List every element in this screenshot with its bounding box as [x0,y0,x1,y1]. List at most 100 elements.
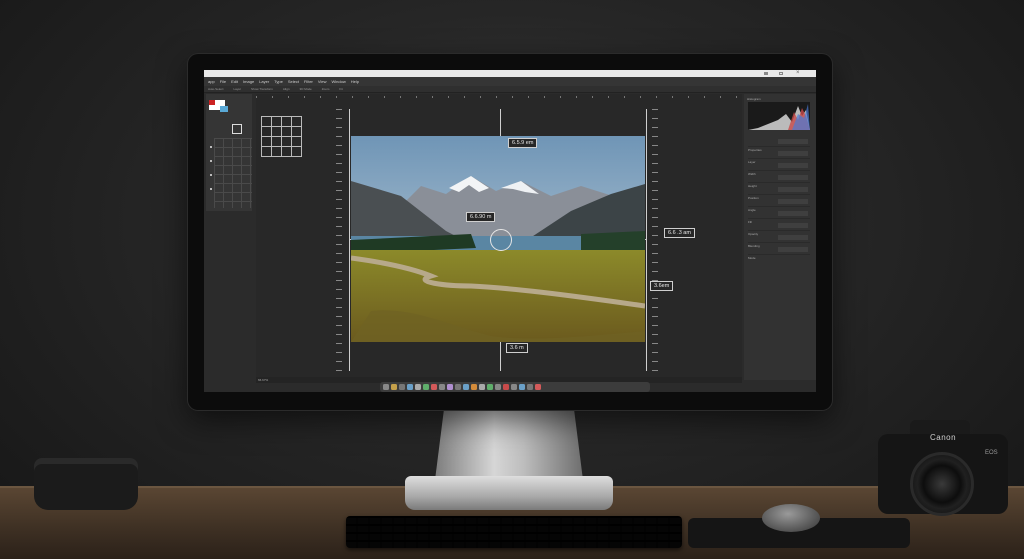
dock-app-icon[interactable] [535,384,541,390]
tool-grid [214,138,252,208]
property-row[interactable]: Properties [748,138,810,152]
window-titlebar: × [204,70,816,77]
color-chip-icon [209,100,215,105]
measure-right-upper: 6.6 .3 am [664,228,695,238]
top-ruler [256,96,742,98]
histogram-title: Histogram [747,97,761,101]
property-field[interactable] [778,235,808,240]
menu-item[interactable]: Help [351,79,359,84]
property-field[interactable] [778,175,808,180]
property-row[interactable]: Height [748,174,810,188]
dock-app-icon[interactable] [527,384,533,390]
dock-app-icon[interactable] [383,384,389,390]
menu-item[interactable]: File [220,79,226,84]
menu-item[interactable]: Layer [259,79,269,84]
monitor-screen: × app File Edit Image Layer Type Select Filter V… [204,70,816,392]
dock-app-icon[interactable] [479,384,485,390]
menu-item[interactable]: Select [288,79,299,84]
dock-app-icon[interactable] [447,384,453,390]
property-label: Mode [748,256,756,260]
tools-panel [206,94,252,211]
dock-app-icon[interactable] [503,384,509,390]
dock-app-icon[interactable] [463,384,469,390]
property-field[interactable] [778,151,808,156]
options-bar: Auto-Select Layer Show Transform Align 3D Mo… [204,86,816,93]
property-field[interactable] [778,223,808,228]
close-icon[interactable]: × [796,70,800,76]
dock-app-icon[interactable] [423,384,429,390]
option-item[interactable]: Align [283,87,290,91]
dock-app-icon[interactable] [415,384,421,390]
dock-app-icon[interactable] [471,384,477,390]
camera-lens [910,452,974,516]
mouse [762,504,820,532]
dock-app-icon[interactable] [407,384,413,390]
zoom-tool-icon[interactable] [210,188,212,190]
background-color-swatch[interactable] [220,106,228,112]
property-field[interactable] [778,163,808,168]
dock [380,382,650,392]
property-row[interactable]: Opacity [748,222,810,236]
maximize-icon[interactable] [779,72,783,75]
right-ruler-ticks [652,109,658,371]
option-item[interactable]: 3D Mode [300,87,312,91]
option-item[interactable]: Layer [234,87,242,91]
property-row[interactable]: Position [748,186,810,200]
brush-tool-icon[interactable] [210,160,212,162]
guide-right[interactable] [646,109,647,371]
menu-item[interactable]: Type [274,79,283,84]
dock-app-icon[interactable] [391,384,397,390]
property-field[interactable] [778,211,808,216]
property-field[interactable] [778,247,808,252]
measure-right-lower: 3.6em [650,281,674,291]
option-item[interactable]: Zoom [322,87,330,91]
dock-app-icon[interactable] [487,384,493,390]
menu-item[interactable]: app [208,79,215,84]
left-ruler-ticks [336,109,342,371]
canvas-area[interactable]: 6.5.9 em 6.6.90 m 6.6 .3 am 3.6em 3.6 m [256,94,742,380]
property-field[interactable] [778,199,808,204]
dock-app-icon[interactable] [511,384,517,390]
dock-app-icon[interactable] [399,384,405,390]
property-field[interactable] [778,187,808,192]
measure-top: 6.5.9 em [508,138,538,148]
property-row[interactable]: Width [748,162,810,176]
crosshair-icon[interactable] [490,229,512,251]
property-row[interactable]: Layer [748,150,810,164]
right-panel: Histogram Properties Layer Width Height Posi… [744,94,816,380]
measure-center: 6.6.90 m [466,212,496,222]
monitor-stand-neck [435,410,583,480]
guide-left[interactable] [349,109,350,371]
property-field[interactable] [778,139,808,144]
menu-item[interactable]: Image [243,79,254,84]
histogram-chart [748,102,810,130]
dock-app-icon[interactable] [519,384,525,390]
property-row[interactable]: Mode [748,246,810,260]
measure-bottom: 3.6 m [506,343,528,353]
property-row[interactable]: Blending [748,234,810,248]
move-tool-icon[interactable] [210,146,212,148]
option-item[interactable]: Show Transform [251,87,273,91]
keyboard [346,516,682,548]
eraser-tool-icon[interactable] [210,174,212,176]
grid-thumbnail [261,116,302,157]
property-row[interactable]: Fill [748,210,810,224]
menu-item[interactable]: Window [331,79,345,84]
option-item[interactable]: Auto-Select [208,87,224,91]
dock-app-icon[interactable] [495,384,501,390]
dock-app-icon[interactable] [431,384,437,390]
option-item[interactable]: Fit [339,87,342,91]
crop-icon[interactable] [232,124,242,134]
camera-brand: Canon [930,433,957,442]
minimize-icon[interactable] [764,72,768,75]
menu-item[interactable]: View [318,79,327,84]
monitor-stand-base [405,476,613,510]
menu-item[interactable]: Filter [304,79,313,84]
dock-app-icon[interactable] [455,384,461,390]
menu-bar: app File Edit Image Layer Type Select Filter Vie… [204,77,816,86]
property-row[interactable]: Angle [748,198,810,212]
zoom-level: 66.67% [258,378,269,382]
menu-item[interactable]: Edit [231,79,238,84]
dock-app-icon[interactable] [439,384,445,390]
camera-model: EOS [985,450,998,456]
